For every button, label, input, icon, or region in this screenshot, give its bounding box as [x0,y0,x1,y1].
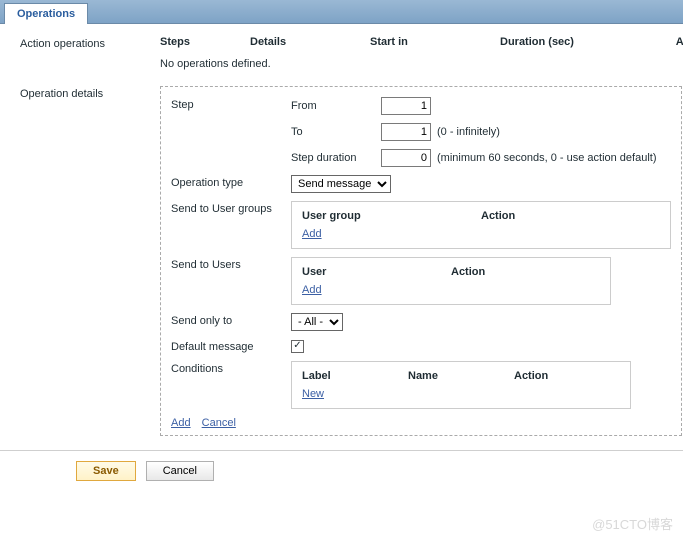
step-duration-input[interactable] [381,149,431,167]
add-user-group-link[interactable]: Add [302,228,322,240]
from-label: From [291,100,381,112]
tab-operations[interactable]: Operations [4,3,88,24]
default-message-label: Default message [171,339,291,353]
send-only-to-select[interactable]: - All - [291,313,343,331]
to-hint: (0 - infinitely) [437,126,500,138]
conditions-table: Label Name Action New [291,361,631,409]
user-col: User [302,266,451,278]
send-to-users-label: Send to Users [171,257,291,271]
footer: Save Cancel [0,450,683,491]
operations-table-header: Steps Details Start in Duration (sec) Ac… [160,36,683,54]
step-duration-hint: (minimum 60 seconds, 0 - use action defa… [437,152,657,164]
conditions-action-col: Action [514,370,620,382]
tab-bar: Operations [0,0,683,24]
to-input[interactable] [381,123,431,141]
action-operations-label: Action operations [20,36,160,50]
col-steps: Steps [160,36,250,48]
conditions-name-col: Name [408,370,514,382]
add-user-link[interactable]: Add [302,284,322,296]
op-add-link[interactable]: Add [171,417,191,429]
new-condition-link[interactable]: New [302,388,324,400]
conditions-label: Conditions [171,361,291,375]
col-duration: Duration (sec) [500,36,670,48]
col-start-in: Start in [370,36,500,48]
operation-type-label: Operation type [171,175,291,189]
op-cancel-link[interactable]: Cancel [202,417,236,429]
user-group-action-col: Action [481,210,660,222]
watermark: @51CTO博客 [592,514,673,533]
user-group-col: User group [302,210,481,222]
conditions-label-col: Label [302,370,408,382]
to-label: To [291,126,381,138]
user-groups-table: User group Action Add [291,201,671,249]
operation-type-select[interactable]: Send message [291,175,391,193]
default-message-checkbox[interactable]: ✓ [291,340,304,353]
step-duration-label: Step duration [291,152,381,164]
operation-details-label: Operation details [20,86,160,100]
no-operations-text: No operations defined. [160,54,683,76]
cancel-button[interactable]: Cancel [146,461,214,481]
save-button[interactable]: Save [76,461,136,481]
from-input[interactable] [381,97,431,115]
user-action-col: Action [451,266,600,278]
send-to-user-groups-label: Send to User groups [171,201,291,215]
col-details: Details [250,36,370,48]
col-action: Action [670,36,683,48]
operation-details-panel: Step From To (0 - infinitely) Step dur [160,86,682,436]
send-only-to-label: Send only to [171,313,291,327]
users-table: User Action Add [291,257,611,305]
step-label: Step [171,97,291,111]
